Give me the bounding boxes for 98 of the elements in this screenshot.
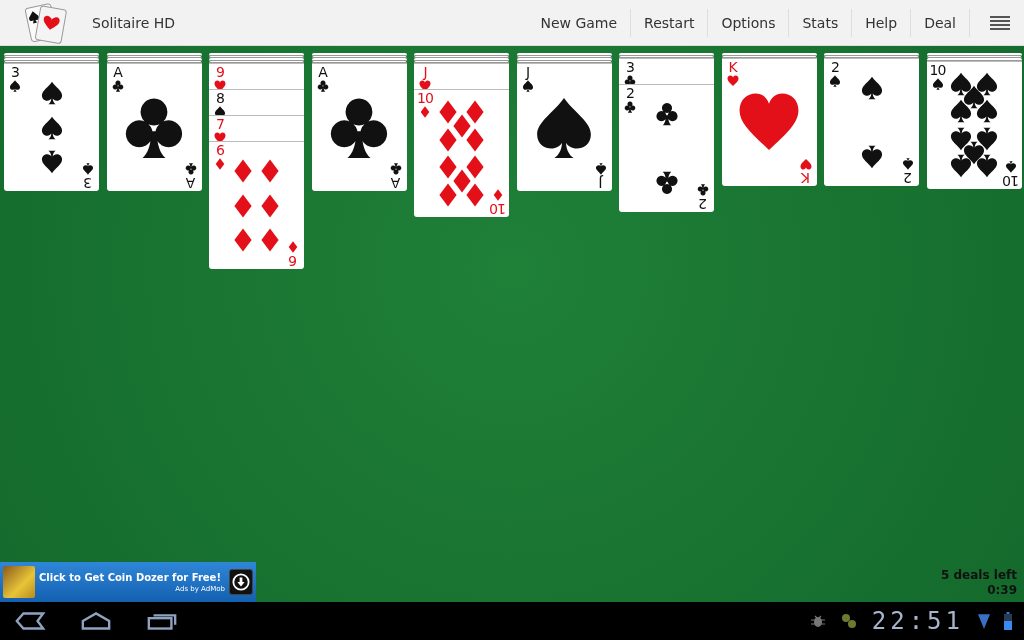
menu-item[interactable]: Options bbox=[708, 8, 790, 37]
playing-card[interactable]: 10 10 bbox=[926, 60, 1022, 189]
spade-icon bbox=[948, 126, 973, 151]
spade-icon bbox=[859, 145, 884, 169]
spade-icon bbox=[9, 80, 21, 92]
diamond-icon bbox=[214, 158, 226, 170]
card-rank: 6 bbox=[216, 143, 224, 158]
card-rank: 2 bbox=[626, 86, 634, 101]
menu-item[interactable]: Help bbox=[852, 8, 912, 37]
spade-icon bbox=[948, 99, 973, 124]
menu-item[interactable]: Stats bbox=[789, 8, 853, 37]
spade-icon bbox=[1004, 160, 1017, 173]
card-rank: 3 bbox=[626, 60, 634, 75]
club-icon bbox=[316, 80, 329, 92]
playing-card[interactable]: 7 bbox=[209, 115, 304, 141]
status-clock: 22:51 bbox=[871, 607, 964, 635]
spade-icon bbox=[975, 71, 1000, 96]
card-rank: 10 bbox=[490, 201, 506, 216]
card-rank: 2 bbox=[904, 170, 912, 185]
wifi-icon bbox=[978, 611, 990, 631]
playing-card[interactable]: J J bbox=[516, 63, 612, 191]
playing-card[interactable]: 2 2 bbox=[824, 58, 919, 186]
card-rank: A bbox=[391, 175, 400, 190]
card-rank: 2 bbox=[699, 196, 707, 211]
spade-icon bbox=[931, 77, 944, 90]
card-rank: A bbox=[186, 175, 195, 190]
playing-card[interactable]: 3 3 bbox=[4, 63, 99, 191]
card-rank: 10 bbox=[929, 62, 946, 78]
club-icon bbox=[654, 171, 679, 195]
spade-icon bbox=[214, 106, 226, 115]
menu-item[interactable]: Restart bbox=[631, 8, 709, 37]
playing-card[interactable]: A A bbox=[311, 63, 407, 191]
spade-icon bbox=[962, 85, 986, 110]
club-icon bbox=[624, 101, 636, 113]
card-rank: 10 bbox=[1002, 172, 1019, 188]
spade-icon bbox=[975, 99, 1000, 124]
playing-card[interactable]: 10 10 bbox=[414, 89, 509, 217]
diamond-icon bbox=[492, 189, 504, 201]
playing-card[interactable]: A A bbox=[106, 63, 202, 191]
playing-card[interactable]: 2 2 bbox=[619, 84, 714, 212]
playing-card[interactable]: 9 bbox=[209, 63, 304, 89]
ad-headline: Click to Get Coin Dozer for Free! bbox=[39, 571, 222, 584]
spade-icon bbox=[39, 150, 64, 174]
heart-icon bbox=[726, 75, 739, 87]
game-timer: 0:39 bbox=[987, 583, 1017, 598]
card-rank: 9 bbox=[216, 65, 224, 80]
heart-icon bbox=[799, 158, 812, 170]
playing-card[interactable]: 3 bbox=[619, 58, 714, 84]
menu-item[interactable]: New Game bbox=[527, 8, 632, 37]
card-rank: A bbox=[318, 65, 327, 80]
spade-icon bbox=[39, 81, 64, 105]
ad-thumbnail bbox=[3, 566, 35, 598]
heart-icon bbox=[214, 132, 226, 141]
diamond-icon bbox=[419, 106, 431, 118]
card-rank: 3 bbox=[11, 65, 19, 80]
card-rank: J bbox=[525, 65, 530, 80]
spade-icon bbox=[521, 80, 534, 92]
club-icon bbox=[389, 163, 402, 175]
spade-icon bbox=[859, 76, 884, 100]
club-icon bbox=[111, 80, 124, 92]
card-rank: K bbox=[801, 170, 810, 185]
card-rank: A bbox=[113, 65, 122, 80]
spade-icon bbox=[82, 163, 94, 175]
download-button[interactable] bbox=[229, 569, 253, 595]
card-rank: 2 bbox=[831, 60, 839, 75]
app-title: Solitaire HD bbox=[92, 14, 175, 31]
club-icon bbox=[697, 184, 709, 196]
spade-icon bbox=[948, 71, 973, 96]
card-rank: J bbox=[423, 65, 427, 80]
spade-icon bbox=[594, 163, 607, 175]
bug-icon[interactable] bbox=[809, 613, 826, 629]
menu-item[interactable]: Deal bbox=[911, 8, 970, 37]
spade-icon bbox=[902, 158, 914, 170]
battery-icon bbox=[1004, 611, 1012, 631]
heart-icon bbox=[214, 80, 226, 89]
playing-card[interactable]: J bbox=[414, 63, 509, 89]
spade-icon bbox=[948, 154, 973, 179]
card-rank: 7 bbox=[216, 117, 224, 132]
card-rank: J bbox=[598, 175, 603, 190]
spade-icon bbox=[975, 154, 1000, 179]
card-rank: 6 bbox=[289, 253, 297, 268]
card-rank: 10 bbox=[417, 91, 433, 106]
playing-card[interactable]: K K bbox=[721, 58, 817, 186]
club-icon bbox=[654, 102, 679, 126]
card-rank: K bbox=[728, 60, 737, 75]
playing-card[interactable]: 8 bbox=[209, 89, 304, 115]
deals-left-text: 5 deals left bbox=[941, 568, 1017, 583]
playing-card[interactable]: 6 6 bbox=[209, 141, 304, 269]
diamond-icon bbox=[287, 241, 299, 253]
spade-icon bbox=[962, 140, 986, 165]
heart-icon bbox=[419, 80, 431, 89]
club-icon bbox=[624, 75, 636, 84]
card-rank: 3 bbox=[84, 175, 92, 190]
club-icon bbox=[184, 163, 197, 175]
card-rank: 8 bbox=[216, 91, 224, 106]
spade-icon bbox=[39, 115, 64, 140]
spade-icon bbox=[829, 75, 841, 87]
spade-icon bbox=[975, 126, 1000, 151]
